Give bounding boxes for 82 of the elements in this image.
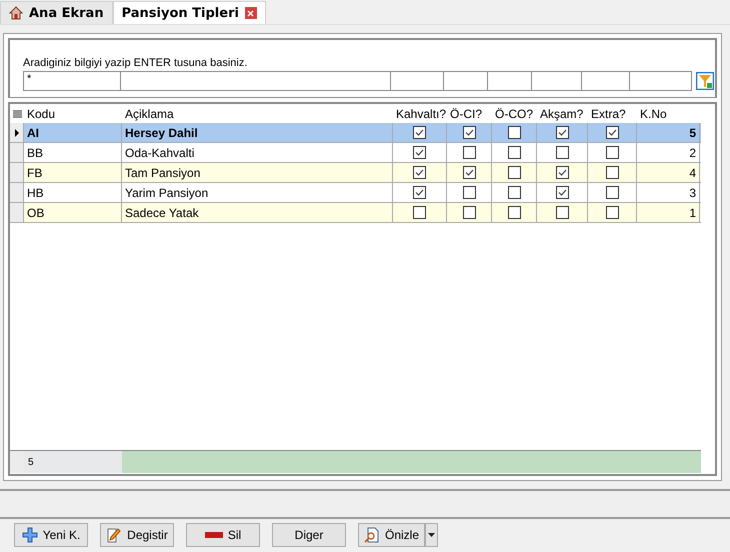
table-cell: Oda-Kahvalti	[125, 146, 194, 160]
checkbox[interactable]	[462, 126, 476, 139]
checkbox[interactable]	[413, 186, 426, 199]
checkbox[interactable]	[462, 146, 476, 159]
filter-icon[interactable]	[696, 72, 714, 90]
checkbox[interactable]	[462, 186, 476, 199]
table-row[interactable]: FB Tam Pansiyon 4	[10, 163, 701, 183]
table-cell: FB	[27, 166, 42, 180]
filter-field[interactable]	[390, 71, 444, 91]
minus-icon	[204, 532, 223, 538]
column-header[interactable]: Ö-CI?	[447, 106, 492, 120]
checkbox[interactable]	[556, 186, 568, 199]
column-header[interactable]: Kahvaltı?	[393, 106, 447, 120]
checkbox[interactable]	[508, 126, 520, 139]
edit-button[interactable]: Degistir	[100, 523, 174, 547]
column-header[interactable]: Ö-CO?	[492, 106, 537, 120]
table-cell: BB	[27, 146, 44, 160]
table-cell: OB	[27, 206, 44, 220]
checkbox[interactable]	[508, 186, 520, 199]
table-cell: 2	[689, 146, 696, 160]
caret-icon	[428, 533, 436, 537]
table-cell: Sadece Yatak	[125, 206, 199, 220]
filter-field[interactable]	[581, 71, 630, 91]
filter-field[interactable]	[487, 71, 532, 91]
column-header[interactable]: K.No	[637, 106, 700, 120]
column-header[interactable]: Extra?	[588, 106, 637, 120]
checkbox[interactable]	[462, 206, 476, 219]
checkbox[interactable]	[508, 166, 520, 179]
checkbox[interactable]	[606, 126, 618, 139]
delete-button[interactable]: Sil	[186, 523, 260, 547]
checkbox[interactable]	[413, 166, 426, 179]
checkbox[interactable]	[606, 166, 618, 179]
column-header[interactable]: Açiklama	[122, 106, 393, 120]
checkbox[interactable]	[606, 186, 618, 199]
plus-icon	[22, 527, 38, 543]
table-row[interactable]: HB Yarim Pansiyon 3	[10, 183, 701, 203]
magnifier-icon	[364, 527, 380, 543]
checkbox[interactable]	[556, 166, 568, 179]
table-cell: 1	[689, 206, 696, 220]
table-cell: 4	[689, 166, 696, 180]
checkbox[interactable]	[606, 206, 618, 219]
checkbox[interactable]	[413, 126, 426, 139]
pencil-icon	[106, 527, 122, 543]
table-cell: AI	[27, 126, 39, 140]
dropdown-button[interactable]	[425, 523, 438, 547]
filter-field[interactable]	[531, 71, 582, 91]
search-hint: Aradiginiz bilgiyi yazip ENTER tusuna basiniz.	[23, 57, 248, 69]
table-cell: 3	[689, 186, 696, 200]
table-cell: 5	[689, 126, 696, 140]
column-header[interactable]: Akşam?	[537, 106, 588, 120]
checkbox[interactable]	[556, 146, 568, 159]
table-cell: Tam Pansiyon	[125, 166, 200, 180]
new-button[interactable]: Yeni K.	[14, 523, 88, 547]
checkbox[interactable]	[508, 206, 520, 219]
other-button[interactable]: Diger	[272, 523, 346, 547]
table-cell: Yarim Pansiyon	[125, 186, 208, 200]
list-icon	[12, 110, 22, 118]
record-count: 5	[24, 451, 122, 473]
filter-field[interactable]	[120, 71, 391, 91]
table-cell: Hersey Dahil	[125, 126, 198, 140]
column-header[interactable]: Kodu	[24, 106, 122, 120]
checkbox[interactable]	[413, 146, 426, 159]
checkbox[interactable]	[413, 206, 426, 219]
house-icon	[9, 6, 23, 20]
checkbox[interactable]	[462, 166, 476, 179]
checkbox[interactable]	[556, 206, 568, 219]
checkbox[interactable]	[556, 126, 568, 139]
filter-field[interactable]: *	[23, 71, 121, 91]
checkbox[interactable]	[508, 146, 520, 159]
tab[interactable]: Pansiyon Tipleri	[112, 1, 266, 24]
current-row-icon	[14, 128, 18, 136]
checkbox[interactable]	[606, 146, 618, 159]
table-cell: HB	[27, 186, 44, 200]
preview-button[interactable]: Önizle	[358, 523, 426, 547]
table-row[interactable]: OB Sadece Yatak 1	[10, 203, 701, 223]
filter-field[interactable]	[629, 71, 692, 91]
table-row[interactable]: BB Oda-Kahvalti 2	[10, 143, 701, 163]
footer-indicator-cell	[10, 451, 24, 473]
close-icon[interactable]	[244, 7, 257, 19]
tab[interactable]: Ana Ekran	[0, 1, 113, 24]
filter-field[interactable]	[443, 71, 488, 91]
table-row[interactable]: AI Hersey Dahil 5	[10, 123, 701, 143]
